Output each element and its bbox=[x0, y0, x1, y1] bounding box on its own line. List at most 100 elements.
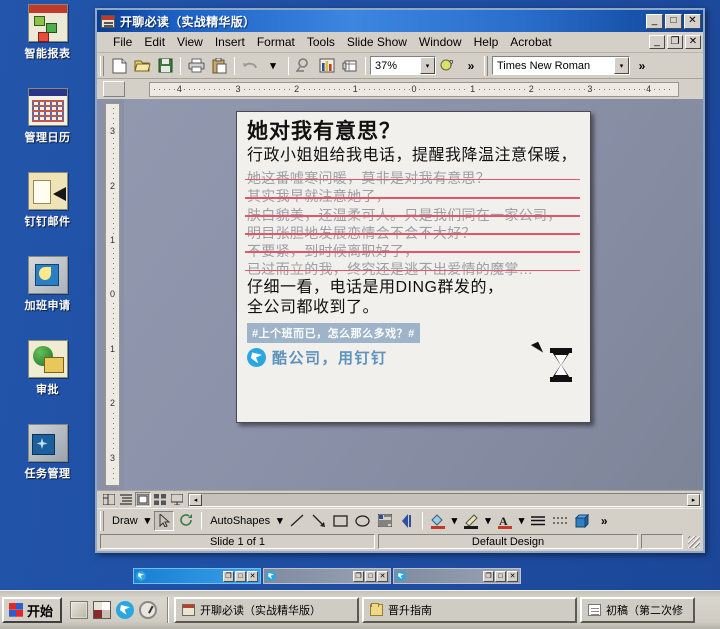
slide-final-line[interactable]: 全公司都收到了。 bbox=[247, 298, 580, 318]
chevron-down-icon[interactable]: ▾ bbox=[483, 514, 493, 527]
minimize-button[interactable]: _ bbox=[646, 13, 663, 29]
chevron-down-icon[interactable]: ▾ bbox=[614, 57, 629, 74]
clock-icon[interactable] bbox=[139, 601, 158, 619]
slide-canvas[interactable]: 她对我有意思？ 行政小姐姐给我电话，提醒我降温注意保暖， 她这番嘘寒问暖，莫非是… bbox=[236, 111, 591, 423]
chevron-down-icon[interactable]: ▾ bbox=[420, 57, 435, 74]
slide-title[interactable]: 她对我有意思？ bbox=[247, 120, 580, 143]
font-color-icon[interactable]: A bbox=[495, 511, 515, 531]
chart-icon[interactable] bbox=[316, 55, 338, 76]
maximize-button[interactable]: □ bbox=[235, 570, 246, 582]
taskbar-button-document[interactable]: 初稿（第二次修 bbox=[580, 597, 696, 623]
font-name-combo[interactable]: Times New Roman ▾ bbox=[492, 56, 630, 75]
undo-dropdown-icon[interactable]: ▾ bbox=[262, 55, 284, 76]
chevron-down-icon[interactable]: ▾ bbox=[450, 514, 460, 527]
scroll-right-icon[interactable]: ▸ bbox=[687, 493, 700, 506]
doc-minimize-button[interactable]: _ bbox=[649, 35, 665, 49]
drawing-toolbar-grip[interactable] bbox=[100, 510, 104, 531]
taskbar-button-powerpoint[interactable]: 开聊必读（实战精华版） bbox=[174, 597, 360, 623]
chevron-down-icon[interactable]: ▾ bbox=[143, 514, 153, 527]
drawing-overflow-button[interactable]: » bbox=[594, 511, 614, 531]
doc-close-button[interactable]: ✕ bbox=[685, 35, 701, 49]
desktop-icon-approval[interactable]: 审批 bbox=[0, 340, 95, 422]
close-button[interactable]: ✕ bbox=[377, 570, 388, 582]
horizontal-ruler[interactable]: 4 3 2 1 0 1 2 3 4 bbox=[149, 81, 679, 97]
menu-format[interactable]: Format bbox=[251, 34, 301, 50]
taskbar-button-folder[interactable]: 晋升指南 bbox=[362, 597, 578, 623]
slide-struck-line[interactable]: 其实我早就注意她了， bbox=[245, 187, 580, 205]
vertical-ruler[interactable]: 3 2 1 0 1 2 3 bbox=[105, 103, 120, 486]
restore-button[interactable]: ❐ bbox=[483, 570, 494, 582]
start-button[interactable]: 开始 bbox=[2, 597, 63, 623]
slide-struck-line[interactable]: 已过而立的我，终究还是逃不出爱情的魔掌… bbox=[245, 260, 580, 278]
menu-tools[interactable]: Tools bbox=[301, 34, 341, 50]
zoom-combo[interactable]: 37% ▾ bbox=[370, 56, 436, 75]
slide-pane[interactable]: 她对我有意思？ 行政小姐姐给我电话，提醒我降温注意保暖， 她这番嘘寒问暖，莫非是… bbox=[124, 99, 703, 490]
word-art-icon[interactable] bbox=[397, 511, 417, 531]
menu-acrobat[interactable]: Acrobat bbox=[504, 34, 557, 50]
slide-lead-line[interactable]: 行政小姐姐给我电话，提醒我降温注意保暖， bbox=[247, 146, 580, 165]
select-arrow-icon[interactable] bbox=[154, 510, 175, 531]
slide-show-button[interactable] bbox=[169, 492, 185, 507]
table-icon[interactable] bbox=[339, 55, 361, 76]
slide-struck-line[interactable]: 肤白貌美，还温柔可人。只是我们同在一家公司， bbox=[245, 206, 580, 224]
rectangle-icon[interactable] bbox=[331, 511, 351, 531]
slide-final-line[interactable]: 仔细一看，电话是用DING群发的， bbox=[247, 278, 580, 298]
ie-browser-icon[interactable] bbox=[93, 601, 112, 619]
menu-view[interactable]: View bbox=[171, 34, 209, 50]
hyperlink-icon[interactable] bbox=[293, 55, 315, 76]
close-button[interactable]: ✕ bbox=[507, 570, 518, 582]
dash-style-icon[interactable] bbox=[550, 511, 570, 531]
horizontal-scrollbar[interactable]: ◂ ▸ bbox=[188, 492, 701, 507]
slide-sorter-view-button[interactable] bbox=[152, 492, 168, 507]
desktop-icon-calendar[interactable]: 管理日历 bbox=[0, 88, 95, 170]
autoshapes-menu-button[interactable]: AutoShapes bbox=[207, 515, 273, 527]
restore-button[interactable]: ❐ bbox=[223, 570, 234, 582]
doc-restore-button[interactable]: ❐ bbox=[667, 35, 683, 49]
outline-view-button[interactable] bbox=[118, 492, 134, 507]
menu-slide-show[interactable]: Slide Show bbox=[341, 34, 413, 50]
desktop-icon-overtime[interactable]: 加班申请 bbox=[0, 256, 95, 338]
desktop-icon-mail[interactable]: 钉钉邮件 bbox=[0, 172, 95, 254]
slide-struck-line[interactable]: 明目张胆地发展恋情会不会不大好？ bbox=[245, 224, 580, 242]
formatting-toolbar-grip[interactable] bbox=[484, 55, 488, 76]
arrow-icon[interactable] bbox=[309, 511, 329, 531]
close-button[interactable]: ✕ bbox=[684, 13, 701, 29]
menu-window[interactable]: Window bbox=[413, 34, 468, 50]
maximize-button[interactable]: □ bbox=[665, 13, 682, 29]
text-box-icon[interactable] bbox=[375, 511, 395, 531]
print-icon[interactable] bbox=[185, 55, 207, 76]
chevron-down-icon[interactable]: ▾ bbox=[517, 514, 527, 527]
line-icon[interactable] bbox=[287, 511, 307, 531]
line-style-icon[interactable] bbox=[528, 511, 548, 531]
toolbar-grip[interactable] bbox=[100, 55, 104, 76]
desktop-icon-report[interactable]: 智能报表 bbox=[0, 4, 95, 86]
minimized-window[interactable]: ❐ □ ✕ bbox=[393, 568, 521, 584]
show-desktop-icon[interactable] bbox=[70, 601, 89, 619]
minimized-window[interactable]: ❐ □ ✕ bbox=[133, 568, 261, 584]
save-icon[interactable] bbox=[154, 55, 176, 76]
oval-icon[interactable] bbox=[353, 511, 373, 531]
slide-hashtag[interactable]: #上个班而已，怎么那么多戏？# bbox=[247, 323, 420, 344]
dingtalk-icon[interactable] bbox=[116, 601, 135, 619]
open-icon[interactable] bbox=[131, 55, 153, 76]
window-titlebar[interactable]: 开聊必读（实战精华版） _ □ ✕ bbox=[97, 10, 703, 32]
slide-struck-line[interactable]: 她这番嘘寒问暖，莫非是对我有意思？ bbox=[245, 169, 580, 187]
help-icon[interactable]: ? bbox=[437, 55, 459, 76]
scroll-left-icon[interactable]: ◂ bbox=[189, 493, 202, 506]
menu-help[interactable]: Help bbox=[468, 34, 505, 50]
toolbar-overflow-button[interactable]: » bbox=[460, 55, 482, 76]
desktop-icon-task[interactable]: 任务管理 bbox=[0, 424, 95, 506]
rotate-icon[interactable] bbox=[176, 511, 196, 531]
menu-insert[interactable]: Insert bbox=[209, 34, 251, 50]
maximize-button[interactable]: □ bbox=[365, 570, 376, 582]
new-icon[interactable] bbox=[108, 55, 130, 76]
menu-file[interactable]: File bbox=[107, 34, 138, 50]
paste-icon[interactable] bbox=[208, 55, 230, 76]
restore-button[interactable]: ❐ bbox=[353, 570, 364, 582]
line-color-icon[interactable] bbox=[461, 511, 481, 531]
normal-view-button[interactable] bbox=[101, 492, 117, 507]
slide-struck-line[interactable]: 不要紧，到时候离职好了， bbox=[245, 242, 580, 260]
fill-color-icon[interactable] bbox=[428, 511, 448, 531]
3d-style-icon[interactable] bbox=[572, 511, 592, 531]
maximize-button[interactable]: □ bbox=[495, 570, 506, 582]
